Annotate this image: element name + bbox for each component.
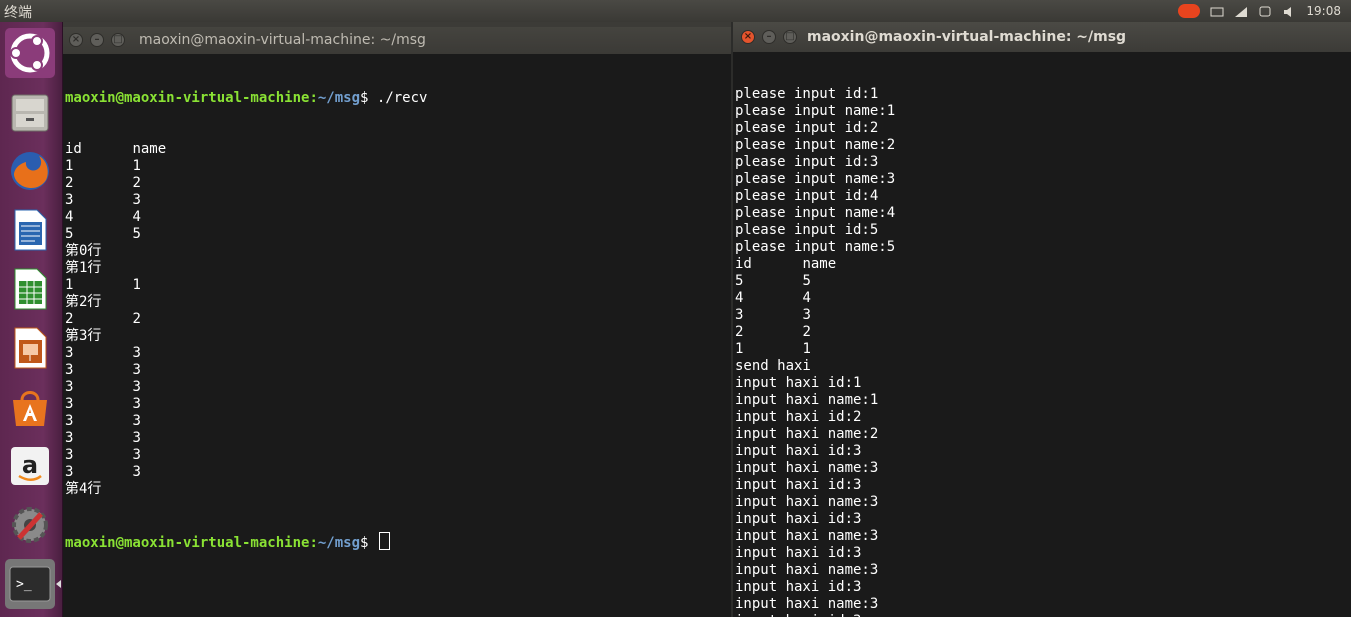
output-line: 第3行 — [65, 328, 102, 344]
text-cursor — [378, 532, 390, 550]
output-line: 1 1 — [65, 158, 141, 174]
maximize-button[interactable]: □ — [111, 33, 125, 47]
messaging-icon[interactable] — [1258, 4, 1272, 18]
output-line: input haxi name:2 — [735, 426, 879, 442]
files-icon[interactable] — [5, 87, 55, 137]
output-line: input haxi id:3 — [735, 477, 862, 493]
prompt-line: maoxin@maoxin-virtual-machine:~/msg$ — [65, 532, 731, 551]
svg-text:>_: >_ — [16, 577, 32, 592]
output-line: 4 4 — [735, 290, 811, 306]
volume-icon[interactable] — [1282, 4, 1296, 18]
minimize-button[interactable]: – — [762, 30, 776, 44]
maximize-button[interactable]: □ — [783, 30, 797, 44]
prompt-path: ~/msg — [317, 535, 361, 551]
output-line: 3 3 — [65, 447, 141, 463]
output-line: please input id:4 — [735, 188, 879, 204]
window-title: maoxin@maoxin-virtual-machine: ~/msg — [807, 29, 1127, 45]
left-terminal-window[interactable]: × – □ maoxin@maoxin-virtual-machine: ~/m… — [63, 27, 731, 617]
system-settings-icon[interactable] — [5, 500, 55, 550]
prompt-path: ~/msg — [317, 90, 361, 106]
output-line: 3 3 — [65, 379, 141, 395]
output-line: send haxi — [735, 358, 811, 374]
output-line: 2 2 — [735, 324, 811, 340]
amazon-icon[interactable]: a — [5, 441, 55, 491]
keyboard-icon[interactable] — [1210, 4, 1224, 18]
output-line: please input name:5 — [735, 239, 896, 255]
left-terminal-titlebar[interactable]: × – □ maoxin@maoxin-virtual-machine: ~/m… — [63, 27, 731, 54]
output-line: 5 5 — [65, 226, 141, 242]
output-line: please input name:3 — [735, 171, 896, 187]
active-app-title: 终端 — [4, 5, 32, 21]
right-terminal-window[interactable]: × – □ maoxin@maoxin-virtual-machine: ~/m… — [733, 22, 1351, 617]
close-button[interactable]: × — [741, 30, 755, 44]
minimize-button[interactable]: – — [90, 33, 104, 47]
output-line: 3 3 — [65, 464, 141, 480]
output-line: input haxi id:3 — [735, 443, 862, 459]
output-line: input haxi name:3 — [735, 494, 879, 510]
output-line: please input id:3 — [735, 154, 879, 170]
output-line: input haxi name:3 — [735, 528, 879, 544]
output-line: id name — [735, 256, 837, 272]
output-line: please input id:1 — [735, 86, 879, 102]
output-line: 3 3 — [65, 362, 141, 378]
output-line: 3 3 — [735, 307, 811, 323]
libreoffice-calc-icon[interactable] — [5, 264, 55, 314]
prompt-line: maoxin@maoxin-virtual-machine:~/msg$ ./r… — [65, 90, 428, 106]
terminal-icon[interactable]: >_ — [5, 559, 55, 609]
libreoffice-writer-icon[interactable] — [5, 205, 55, 255]
close-button[interactable]: × — [69, 33, 83, 47]
left-terminal-output[interactable]: maoxin@maoxin-virtual-machine:~/msg$ ./r… — [63, 56, 731, 617]
output-line: 第1行 — [65, 260, 102, 276]
libreoffice-impress-icon[interactable] — [5, 323, 55, 373]
output-line: 3 3 — [65, 192, 141, 208]
unity-launcher: a >_ — [0, 22, 63, 617]
firefox-icon[interactable] — [5, 146, 55, 196]
output-line: input haxi name:1 — [735, 392, 879, 408]
output-line: 1 1 — [65, 277, 141, 293]
output-line: input haxi id:2 — [735, 409, 862, 425]
system-tray: 19:08 — [1178, 0, 1351, 22]
output-line: please input name:1 — [735, 103, 896, 119]
output-line: please input id:2 — [735, 120, 879, 136]
output-line: 3 3 — [65, 413, 141, 429]
output-line: input haxi name:3 — [735, 460, 879, 476]
window-title: maoxin@maoxin-virtual-machine: ~/msg — [139, 32, 426, 48]
output-line: 第4行 — [65, 481, 102, 497]
right-terminal-titlebar[interactable]: × – □ maoxin@maoxin-virtual-machine: ~/m… — [733, 22, 1351, 52]
output-line: input haxi id:3 — [735, 511, 862, 527]
top-panel: 终端 19:08 — [0, 0, 1351, 22]
output-line: 2 2 — [65, 311, 141, 327]
prompt-user: maoxin@maoxin-virtual-machine — [65, 90, 310, 106]
prompt-user: maoxin@maoxin-virtual-machine — [65, 535, 310, 551]
svg-text:a: a — [22, 451, 38, 479]
output-line: 3 3 — [65, 345, 141, 361]
output-line: input haxi id:1 — [735, 375, 862, 391]
output-line: please input id:5 — [735, 222, 879, 238]
output-line: 4 4 — [65, 209, 141, 225]
output-line: input haxi name:3 — [735, 562, 879, 578]
output-line: 1 1 — [735, 341, 811, 357]
output-line: 3 3 — [65, 396, 141, 412]
output-line: input haxi id:3 — [735, 545, 862, 561]
output-line: 2 2 — [65, 175, 141, 191]
network-icon[interactable] — [1234, 4, 1248, 18]
ubuntu-dash-icon[interactable] — [5, 28, 55, 78]
command-text: ./recv — [376, 90, 428, 106]
output-line: please input name:4 — [735, 205, 896, 221]
software-center-icon[interactable] — [5, 382, 55, 432]
output-line: input haxi id:3 — [735, 613, 1351, 617]
output-line: 3 3 — [65, 430, 141, 446]
output-line: please input name:2 — [735, 137, 896, 153]
right-terminal-output[interactable]: please input id:1 please input name:1 plea… — [733, 52, 1351, 617]
output-line: 第0行 — [65, 243, 102, 259]
clock[interactable]: 19:08 — [1306, 4, 1341, 18]
launcher-active-indicator — [56, 580, 61, 588]
output-line: 5 5 — [735, 273, 811, 289]
output-line: input haxi name:3 — [735, 596, 879, 612]
output-line: 第2行 — [65, 294, 102, 310]
output-line: input haxi id:3 — [735, 579, 862, 595]
output-line: id name — [65, 141, 167, 157]
input-method-icon[interactable] — [1178, 4, 1201, 18]
